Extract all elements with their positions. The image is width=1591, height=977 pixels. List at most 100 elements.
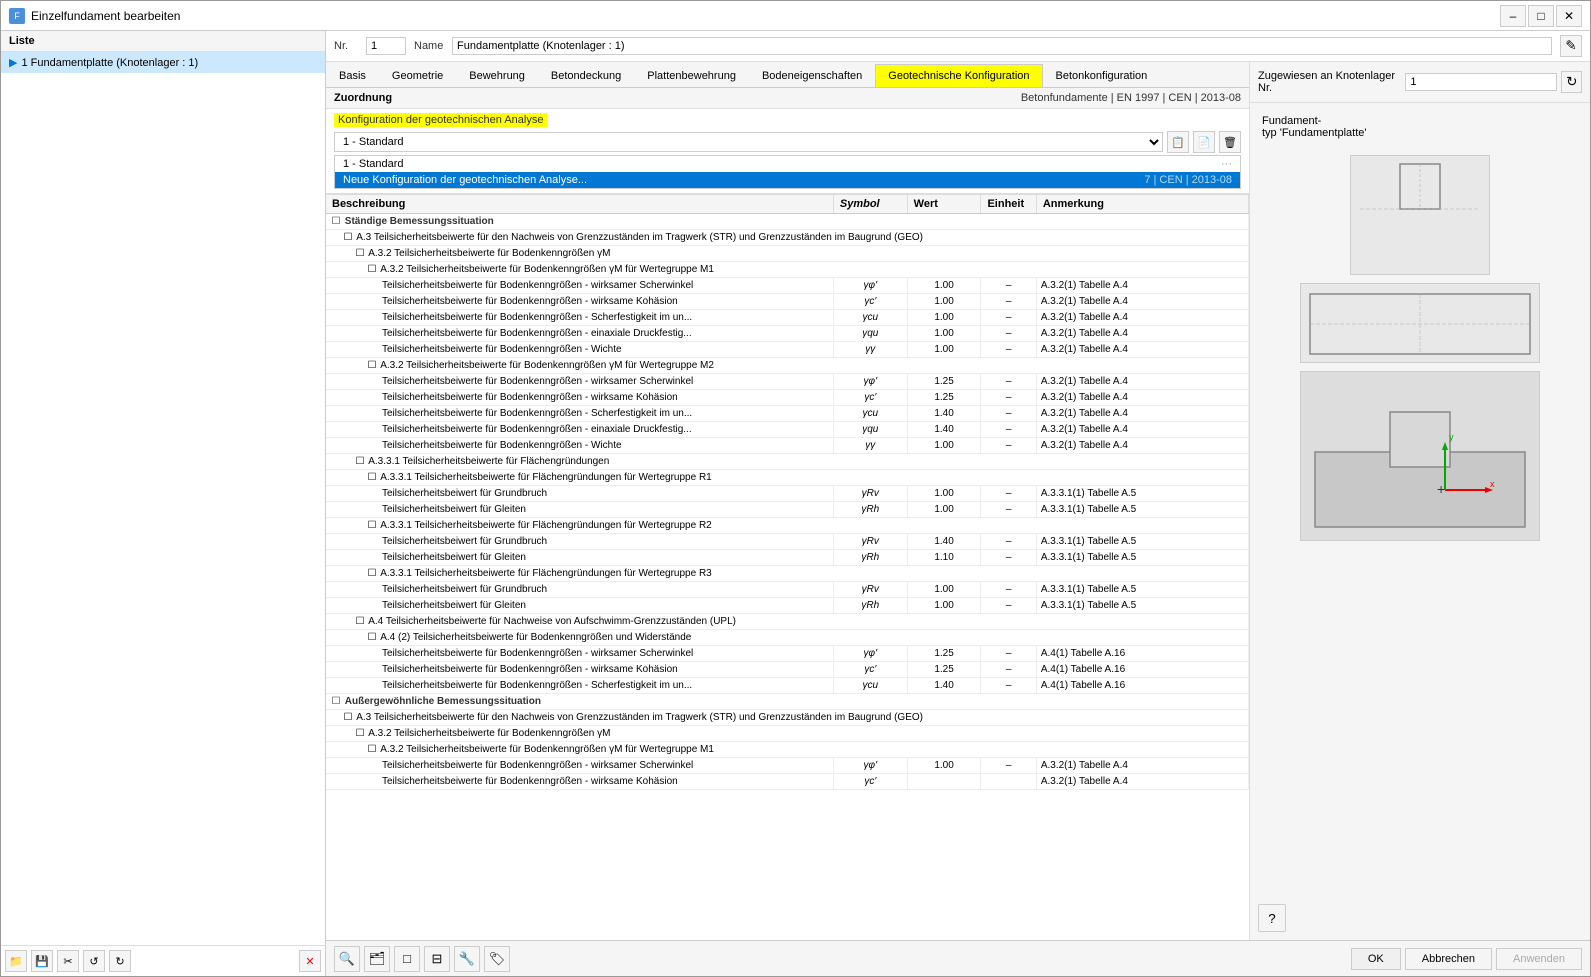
- section-staendige: ☐ Ständige Bemessungssituation: [326, 214, 1249, 230]
- nr-label: Nr.: [334, 40, 358, 52]
- table-row: Teilsicherheitsbeiwerte für Bodenkenngrö…: [326, 374, 1249, 390]
- anwenden-button[interactable]: Anwenden: [1496, 948, 1582, 970]
- minimize-button[interactable]: –: [1500, 5, 1526, 27]
- table-row: Teilsicherheitsbeiwerte für Bodenkenngrö…: [326, 678, 1249, 694]
- zugewiesen-bar: Zugewiesen an Knotenlager Nr. ↻: [1250, 62, 1590, 103]
- sidebar-cut-button[interactable]: ✂: [57, 950, 79, 972]
- cell-symbol: γc': [833, 294, 907, 310]
- expand-a3[interactable]: ☐: [342, 232, 354, 243]
- cell-anmerkung: A.3.3.1(1) Tabelle A.5: [1036, 502, 1248, 518]
- cell-wert: 1.10: [907, 550, 981, 566]
- cell-einheit: –: [981, 326, 1036, 342]
- cell-anmerkung: A.3.3.1(1) Tabelle A.5: [1036, 550, 1248, 566]
- tool-tag-button[interactable]: 🏷: [484, 946, 510, 972]
- group-a331-label: A.3.3.1 Teilsicherheitsbeiwerte für Fläc…: [368, 456, 609, 467]
- diagram-plan-svg: [1300, 284, 1540, 362]
- cell-wert: [907, 774, 981, 790]
- name-input[interactable]: [452, 37, 1552, 55]
- tool-search-button[interactable]: 🔍: [334, 946, 360, 972]
- expand-a4-2[interactable]: ☐: [366, 632, 378, 643]
- cell-desc: Teilsicherheitsbeiwerte für Bodenkenngrö…: [326, 678, 833, 694]
- tool-window-button[interactable]: □: [394, 946, 420, 972]
- expand-m1[interactable]: ☐: [366, 264, 378, 275]
- expand-m2[interactable]: ☐: [366, 360, 378, 371]
- group-a3-auss: ☐ A.3 Teilsicherheitsbeiwerte für den Na…: [326, 710, 1249, 726]
- cell-symbol: γφ': [833, 278, 907, 294]
- cell-wert: 1.00: [907, 502, 981, 518]
- table-row: Teilsicherheitsbeiwerte für Bodenkenngrö…: [326, 326, 1249, 342]
- group-a4-label: A.4 Teilsicherheitsbeiwerte für Nachweis…: [368, 616, 736, 627]
- sidebar-open-button[interactable]: 📁: [5, 950, 27, 972]
- tool-settings-button[interactable]: 🔧: [454, 946, 480, 972]
- cell-wert: 1.40: [907, 406, 981, 422]
- config-copy-button[interactable]: 📋: [1167, 131, 1189, 153]
- group-m1-label: A.3.2 Teilsicherheitsbeiwerte für Bodenk…: [380, 264, 714, 275]
- expand-aussergewoehnliche[interactable]: ☐: [330, 696, 342, 707]
- cell-einheit: –: [981, 422, 1036, 438]
- sidebar-item-fundamentplatte[interactable]: ▶ 1 Fundamentplatte (Knotenlager : 1): [1, 52, 325, 73]
- norm-label: Betonfundamente | EN 1997 | CEN | 2013-0…: [1021, 92, 1241, 104]
- expand-a331[interactable]: ☐: [354, 456, 366, 467]
- tree-table: Beschreibung Symbol Wert Einheit Anmerku…: [326, 195, 1249, 790]
- tab-betondeckung[interactable]: Betondeckung: [538, 64, 634, 87]
- config-section-label: Konfiguration der geotechnischen Analyse: [334, 113, 547, 127]
- sidebar-save-button[interactable]: 💾: [31, 950, 53, 972]
- zugewiesen-refresh-button[interactable]: ↻: [1561, 71, 1582, 93]
- sidebar-redo-button[interactable]: ↻: [109, 950, 131, 972]
- zugewiesen-input[interactable]: [1405, 73, 1557, 91]
- expand-r2[interactable]: ☐: [366, 520, 378, 531]
- tool-split-button[interactable]: ⊟: [424, 946, 450, 972]
- tab-bewehrung[interactable]: Bewehrung: [456, 64, 538, 87]
- ok-button[interactable]: OK: [1351, 948, 1401, 970]
- cell-anmerkung: A.3.2(1) Tabelle A.4: [1036, 774, 1248, 790]
- help-button[interactable]: ?: [1258, 904, 1286, 932]
- name-edit-button[interactable]: ✎: [1560, 35, 1582, 57]
- tool-folder-button[interactable]: 🗂: [364, 946, 390, 972]
- group-a4-2: ☐ A.4 (2) Teilsicherheitsbeiwerte für Bo…: [326, 630, 1249, 646]
- config-new-button[interactable]: 📄: [1193, 131, 1215, 153]
- expand-m1-auss[interactable]: ☐: [366, 744, 378, 755]
- maximize-button[interactable]: □: [1528, 5, 1554, 27]
- cell-desc: Teilsicherheitsbeiwert für Gleiten: [326, 598, 833, 614]
- expand-a32-auss[interactable]: ☐: [354, 728, 366, 739]
- expand-r1[interactable]: ☐: [366, 472, 378, 483]
- config-list: 1 - Standard ··· Neue Konfiguration der …: [334, 155, 1241, 189]
- group-a3-label: A.3 Teilsicherheitsbeiwerte für den Nach…: [356, 232, 923, 243]
- cell-symbol: γφ': [833, 758, 907, 774]
- config-list-item-neue[interactable]: Neue Konfiguration der geotechnischen An…: [335, 172, 1240, 188]
- expand-a4[interactable]: ☐: [354, 616, 366, 627]
- cell-desc: Teilsicherheitsbeiwerte für Bodenkenngrö…: [326, 646, 833, 662]
- cell-wert: 1.40: [907, 678, 981, 694]
- form-header: Nr. Name ✎: [326, 31, 1590, 62]
- center-marker: +: [1437, 481, 1445, 497]
- x-label: x: [1490, 479, 1495, 489]
- cell-anmerkung: A.3.2(1) Tabelle A.4: [1036, 422, 1248, 438]
- expand-a32[interactable]: ☐: [354, 248, 366, 259]
- tab-bodeneigenschaften[interactable]: Bodeneigenschaften: [749, 64, 875, 87]
- sidebar-undo-button[interactable]: ↺: [83, 950, 105, 972]
- cell-wert: 1.25: [907, 374, 981, 390]
- abbrechen-button[interactable]: Abbrechen: [1405, 948, 1492, 970]
- cell-desc: Teilsicherheitsbeiwert für Grundbruch: [326, 534, 833, 550]
- expand-a3-auss[interactable]: ☐: [342, 712, 354, 723]
- tab-geotechnische-konfiguration[interactable]: Geotechnische Konfiguration: [875, 64, 1042, 88]
- config-dropdown[interactable]: 1 - Standard: [334, 132, 1163, 152]
- config-list-item-standard[interactable]: 1 - Standard ···: [335, 156, 1240, 172]
- tab-basis[interactable]: Basis: [326, 64, 379, 87]
- close-button[interactable]: ✕: [1556, 5, 1582, 27]
- config-delete-button[interactable]: 🗑: [1219, 131, 1241, 153]
- table-area: Beschreibung Symbol Wert Einheit Anmerku…: [326, 194, 1249, 940]
- cell-desc: Teilsicherheitsbeiwerte für Bodenkenngrö…: [326, 294, 833, 310]
- cell-symbol: γc': [833, 774, 907, 790]
- cell-einheit: –: [981, 582, 1036, 598]
- tab-betonkonfiguration[interactable]: Betonkonfiguration: [1043, 64, 1161, 87]
- table-row: Teilsicherheitsbeiwert für Gleiten γRh 1…: [326, 502, 1249, 518]
- group-r1-label: A.3.3.1 Teilsicherheitsbeiwerte für Fläc…: [380, 472, 712, 483]
- table-row: Teilsicherheitsbeiwerte für Bodenkenngrö…: [326, 422, 1249, 438]
- nr-input[interactable]: [366, 37, 406, 55]
- expand-staendige[interactable]: ☐: [330, 216, 342, 227]
- sidebar-delete-button[interactable]: ✕: [299, 950, 321, 972]
- tab-geometrie[interactable]: Geometrie: [379, 64, 456, 87]
- expand-r3[interactable]: ☐: [366, 568, 378, 579]
- tab-plattenbewehrung[interactable]: Plattenbewehrung: [634, 64, 749, 87]
